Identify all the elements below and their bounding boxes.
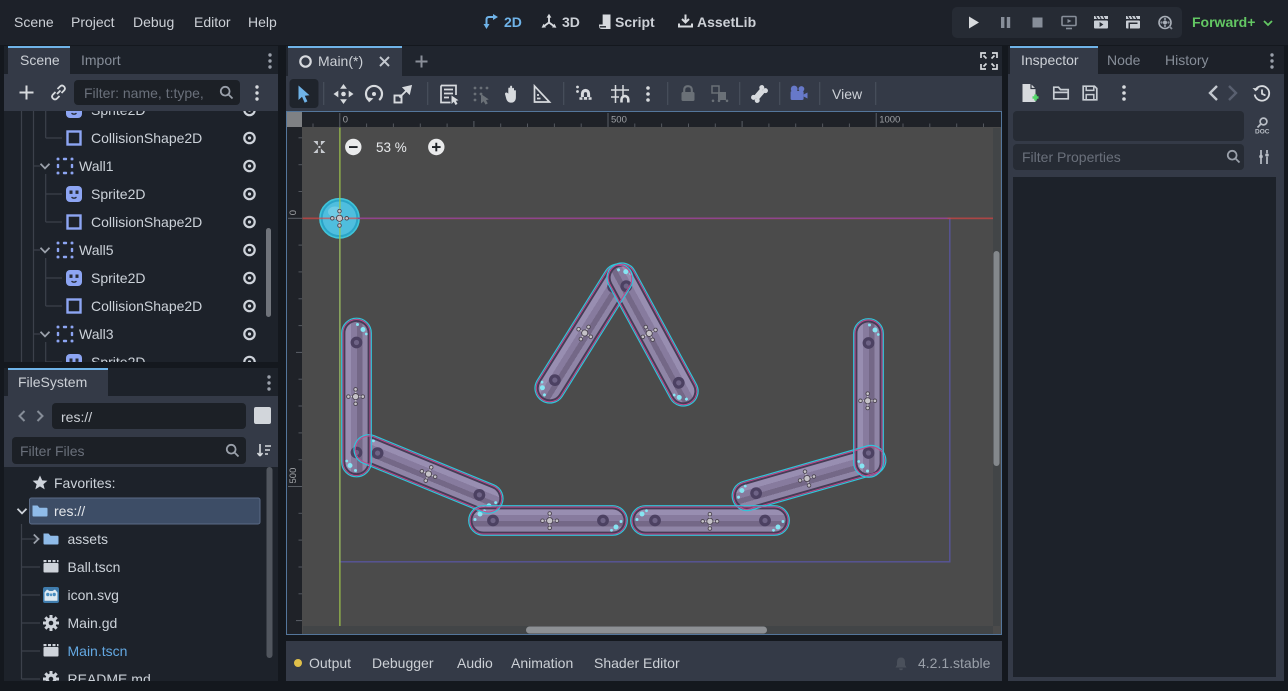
svg-text:Sprite2D: Sprite2D [91,111,145,118]
svg-text:Main.tscn: Main.tscn [68,643,128,659]
svg-text:Sprite2D: Sprite2D [91,186,145,202]
svg-text:Main.gd: Main.gd [68,615,118,631]
svg-text:DOC: DOC [1255,129,1270,136]
svg-text:icon.svg: icon.svg [68,587,119,603]
svg-text:0: 0 [288,210,299,215]
svg-text:Ball.tscn: Ball.tscn [68,559,121,575]
svg-text:Wall1: Wall1 [79,158,114,174]
svg-text:CollisionShape2D: CollisionShape2D [91,298,202,314]
svg-text:CollisionShape2D: CollisionShape2D [91,130,202,146]
svg-text:500: 500 [611,115,627,126]
svg-text:Wall5: Wall5 [79,242,114,258]
svg-text:Sprite2D: Sprite2D [91,354,145,362]
svg-text:README.md: README.md [68,671,151,681]
svg-text:res://: res:// [54,503,85,519]
svg-text:500: 500 [288,468,299,484]
svg-text:assets: assets [68,531,108,547]
svg-text:53 %: 53 % [376,140,407,155]
svg-text:View: View [832,86,863,102]
svg-text:Wall3: Wall3 [79,326,114,342]
svg-text:1000: 1000 [879,115,900,126]
svg-text:0: 0 [343,115,348,126]
svg-text:CollisionShape2D: CollisionShape2D [91,214,202,230]
svg-text:Sprite2D: Sprite2D [91,270,145,286]
svg-text:Favorites:: Favorites: [54,475,115,491]
